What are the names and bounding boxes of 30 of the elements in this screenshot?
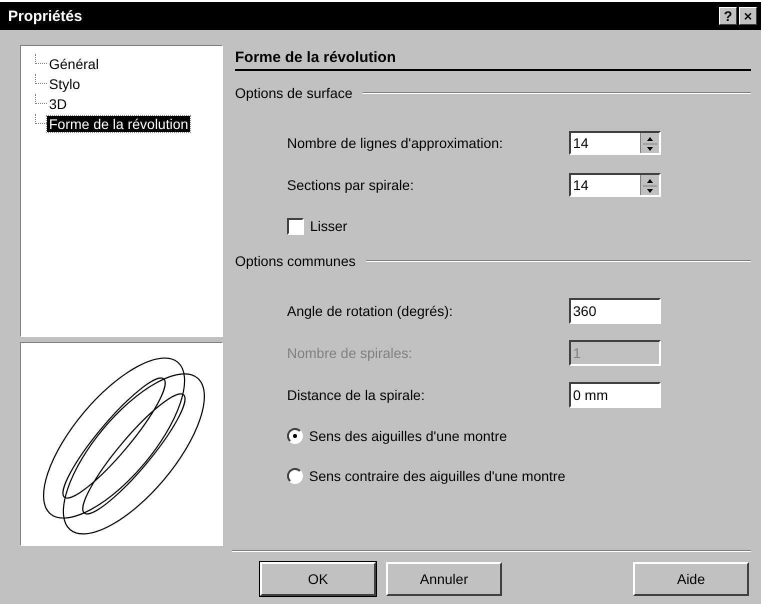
ok-button[interactable]: OK <box>260 562 376 596</box>
group-title: Options communes <box>235 253 356 269</box>
tree-item[interactable]: Forme de la révolution <box>47 116 190 132</box>
text-field[interactable]: 360 <box>569 298 661 324</box>
tree-item[interactable]: Général <box>47 56 101 72</box>
cancel-button[interactable]: Annuler <box>386 562 502 596</box>
spin-arrows-icon[interactable] <box>640 175 659 195</box>
radio-button[interactable] <box>287 428 303 444</box>
field-label: Distance de la spirale: <box>287 387 426 403</box>
field-label: Sections par spirale: <box>287 177 415 193</box>
field-label: Angle de rotation (degrés): <box>287 303 454 319</box>
spin-field[interactable]: 14 <box>569 131 661 155</box>
close-button[interactable]: × <box>739 7 757 25</box>
checkbox[interactable] <box>287 218 304 234</box>
checkbox-label: Lisser <box>310 218 348 234</box>
field-label: Nombre de spirales: <box>287 345 414 361</box>
field-label: Nombre de lignes d'approximation: <box>287 135 504 151</box>
group-title: Options de surface <box>235 85 353 101</box>
window-title: Propriétés <box>8 8 82 24</box>
tree-item[interactable]: Stylo <box>47 76 82 92</box>
text-field[interactable]: 0 mm <box>569 382 661 408</box>
radio-label: Sens contraire des aiguilles d'une montre <box>309 468 566 484</box>
tree-item[interactable]: 3D <box>47 96 69 112</box>
spin-field[interactable]: 14 <box>569 173 661 197</box>
spin-arrows-icon[interactable] <box>640 133 659 153</box>
radio-button[interactable] <box>287 468 303 484</box>
help-button[interactable]: ? <box>719 7 737 25</box>
help-button[interactable]: Aide <box>633 562 749 596</box>
page-title: Forme de la révolution <box>235 45 751 71</box>
radio-label: Sens des aiguilles d'une montre <box>309 428 508 444</box>
